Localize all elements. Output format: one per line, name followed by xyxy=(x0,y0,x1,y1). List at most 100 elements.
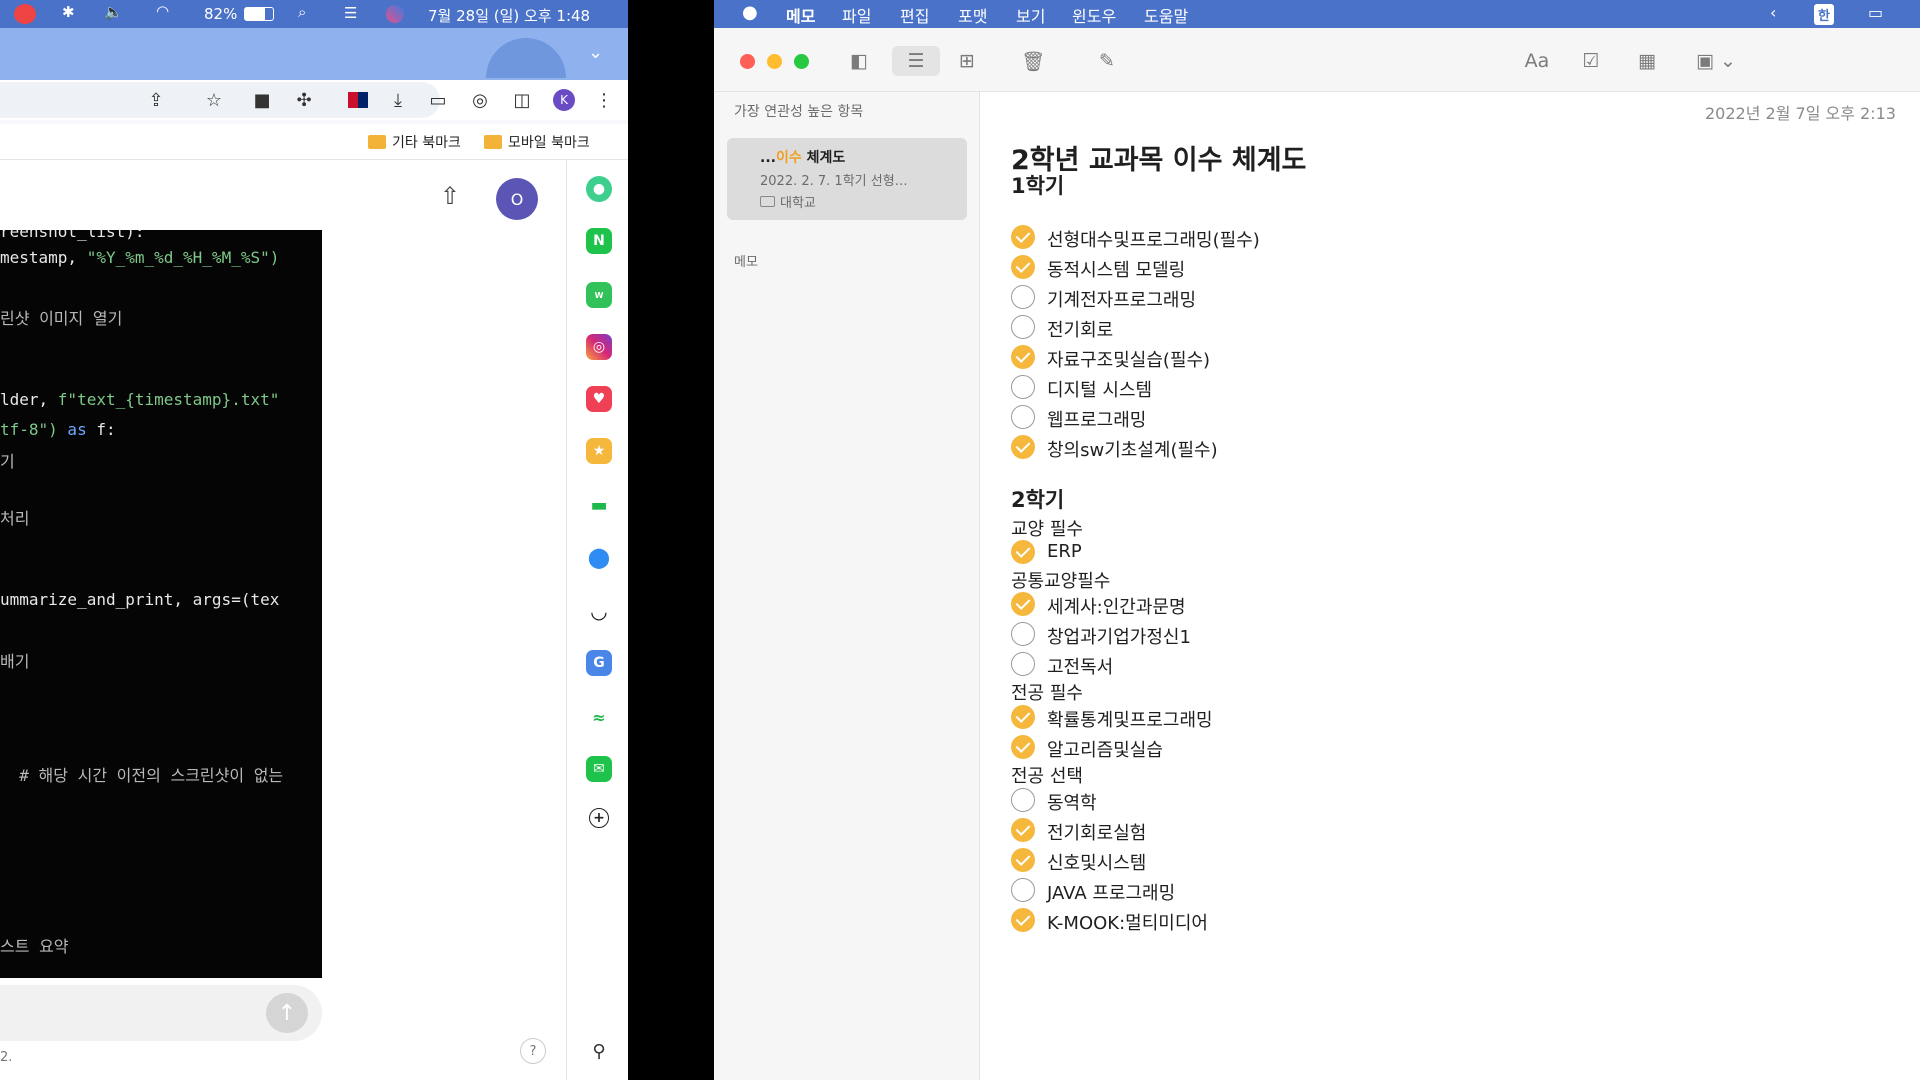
code-line: 기 xyxy=(0,452,15,471)
checklist-checkbox[interactable] xyxy=(1011,622,1035,646)
pocket-icon[interactable]: ♥ xyxy=(586,386,612,412)
smile-icon[interactable]: ◡ xyxy=(586,598,612,624)
checklist-checkbox[interactable] xyxy=(1011,285,1035,309)
extensions-icon[interactable]: ✣ xyxy=(290,86,318,114)
stocks-icon[interactable]: ≈ xyxy=(586,704,612,730)
bluetooth-icon[interactable]: ✱ xyxy=(62,3,75,21)
folder-icon xyxy=(484,135,502,149)
notes-list: 가장 연관성 높은 항목 메모 xyxy=(714,92,980,1080)
control-center-icon[interactable]: ☰ xyxy=(344,4,357,22)
menu-file[interactable]: 파일 xyxy=(842,3,871,27)
checklist-checkbox[interactable] xyxy=(1011,592,1035,616)
volume-icon[interactable]: 🔈 xyxy=(104,3,123,21)
checklist-checkbox[interactable] xyxy=(1011,705,1035,729)
add-icon[interactable]: + xyxy=(589,808,609,828)
battery-icon[interactable] xyxy=(244,7,274,21)
menu-help[interactable]: 도움말 xyxy=(1144,3,1188,27)
checklist-checkbox[interactable] xyxy=(1011,818,1035,842)
sidebar-toggle-icon[interactable]: ◧ xyxy=(844,46,874,76)
siri-icon[interactable] xyxy=(386,5,404,23)
bookmark-folder-other[interactable]: 기타 북마크 xyxy=(368,132,461,152)
more-menu-icon[interactable]: ⋮ xyxy=(590,86,618,114)
code-line: 스트 요약 xyxy=(0,937,69,956)
bookmark-folder-mobile[interactable]: 모바일 북마크 xyxy=(484,132,590,152)
format-text-icon[interactable]: Aa xyxy=(1520,46,1554,76)
cast-icon[interactable]: ▭ xyxy=(424,86,452,114)
note-list-item[interactable]: ...이수 체계도 2022. 2. 7. 1학기 선형… 대학교 xyxy=(727,138,967,220)
checklist-item: 동적시스템 모델링 xyxy=(1047,260,1186,281)
pin-icon[interactable]: ⚲ xyxy=(586,1038,612,1064)
system-menu-bar: ✱ 🔈 ◠ 82% ⌕ ☰ 7월 28일 (일) 오후 1:48 xyxy=(0,0,628,28)
send-button[interactable]: ↑ xyxy=(266,993,308,1033)
checklist-checkbox[interactable] xyxy=(1011,255,1035,279)
checklist-checkbox[interactable] xyxy=(1011,540,1035,564)
code-line: lder, f"text_{timestamp}.txt" xyxy=(0,390,280,409)
checklist-checkbox[interactable] xyxy=(1011,375,1035,399)
checklist-checkbox[interactable] xyxy=(1011,405,1035,429)
minimize-window-button[interactable] xyxy=(767,54,782,69)
compose-icon[interactable]: ✎ xyxy=(1092,46,1122,76)
checklist-checkbox[interactable] xyxy=(1011,225,1035,249)
checklist-checkbox[interactable] xyxy=(1011,735,1035,759)
checklist-icon[interactable]: ☑ xyxy=(1576,46,1606,76)
favorites-star-icon[interactable]: ★ xyxy=(586,438,612,464)
tab-list-chevron-icon[interactable]: ⌄ xyxy=(588,42,603,63)
bookmark-star-icon[interactable]: ☆ xyxy=(200,86,228,114)
delete-icon[interactable]: 🗑 xyxy=(1018,46,1048,76)
menu-window[interactable]: 윈도우 xyxy=(1072,3,1116,27)
checklist-checkbox[interactable] xyxy=(1011,788,1035,812)
spotlight-search-icon[interactable]: ⌕ xyxy=(298,3,306,21)
app-status-icon[interactable] xyxy=(14,4,36,24)
naver-mail-icon[interactable]: ✉ xyxy=(586,756,612,782)
download-icon[interactable]: ⤓ xyxy=(384,86,412,114)
share-icon[interactable]: ⇪ xyxy=(142,86,170,114)
naver-icon[interactable]: N xyxy=(586,228,612,254)
checklist-checkbox[interactable] xyxy=(1011,652,1035,676)
display-icon[interactable]: ▭ xyxy=(1868,3,1883,22)
instagram-icon[interactable]: ◎ xyxy=(586,334,612,360)
checklist-checkbox[interactable] xyxy=(1011,908,1035,932)
map-pin-icon[interactable]: ⬤ xyxy=(586,544,612,570)
browser-tab-strip: ⌄ xyxy=(0,28,628,80)
translate-icon[interactable]: G xyxy=(586,650,612,676)
list-view-icon[interactable]: ☰ xyxy=(892,46,940,76)
list-section-header: 가장 연관성 높은 항목 xyxy=(734,104,864,120)
split-view-icon[interactable]: ◫ xyxy=(508,86,536,114)
apple-menu-icon[interactable]: ● xyxy=(742,2,758,23)
checklist-item: 디지털 시스템 xyxy=(1047,380,1153,401)
whale-icon[interactable]: ● xyxy=(586,176,612,202)
profile-avatar[interactable]: K xyxy=(550,86,578,114)
menu-bar-clock[interactable]: 7월 28일 (일) 오후 1:48 xyxy=(428,5,590,26)
checklist-item: K-MOOK:멀티미디어 xyxy=(1047,913,1208,934)
checklist-checkbox[interactable] xyxy=(1011,435,1035,459)
checklist-checkbox[interactable] xyxy=(1011,848,1035,872)
zoom-window-button[interactable] xyxy=(794,54,809,69)
user-avatar[interactable]: O xyxy=(496,178,538,220)
menu-format[interactable]: 포맷 xyxy=(958,3,987,27)
wallet-icon[interactable]: ▬ xyxy=(586,492,612,518)
upload-icon[interactable]: ⇧ xyxy=(440,182,460,210)
checklist-item: 고전독서 xyxy=(1047,657,1114,678)
close-window-button[interactable] xyxy=(740,54,755,69)
wifi-icon[interactable]: ◠ xyxy=(156,2,169,20)
checklist-checkbox[interactable] xyxy=(1011,315,1035,339)
input-source-badge[interactable]: 한 xyxy=(1814,4,1834,25)
help-icon[interactable]: ? xyxy=(520,1038,546,1064)
checklist-checkbox[interactable] xyxy=(1011,878,1035,902)
gallery-view-icon[interactable]: ⊞ xyxy=(952,46,982,76)
group-label: 전공 선택 xyxy=(1011,766,1083,787)
menu-edit[interactable]: 편집 xyxy=(900,3,929,27)
chevron-left-icon[interactable]: ‹ xyxy=(1770,3,1776,22)
code-line: mestamp, "%Y_%m_%d_%H_%M_%S") xyxy=(0,248,280,267)
menu-view[interactable]: 보기 xyxy=(1016,3,1045,27)
flag-extension-icon[interactable] xyxy=(344,86,372,114)
screenshot-icon[interactable]: ◎ xyxy=(466,86,494,114)
menu-notes[interactable]: 메모 xyxy=(786,3,815,27)
table-icon[interactable]: ▦ xyxy=(1632,46,1662,76)
video-icon[interactable]: ■ xyxy=(248,86,276,114)
media-icon[interactable]: ▣ ⌄ xyxy=(1690,46,1742,76)
checklist-checkbox[interactable] xyxy=(1011,345,1035,369)
webtoon-icon[interactable]: W xyxy=(586,282,612,308)
bookmarks-bar: 기타 북마크 모바일 북마크 xyxy=(0,124,628,160)
group-label: 공통교양필수 xyxy=(1011,571,1111,592)
